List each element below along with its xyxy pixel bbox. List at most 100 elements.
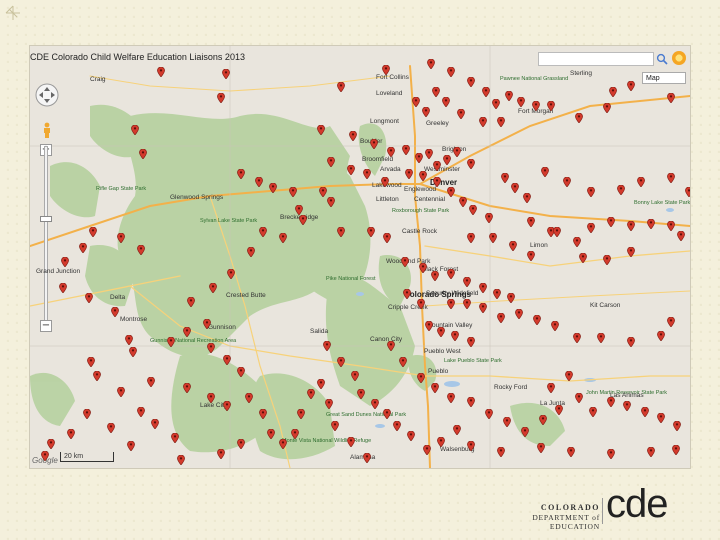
location-pin-icon[interactable] [647,219,655,229]
zoom-slider[interactable] [44,146,48,322]
location-pin-icon[interactable] [479,283,487,293]
location-pin-icon[interactable] [575,393,583,403]
location-pin-icon[interactable] [527,251,535,261]
location-pin-icon[interactable] [371,399,379,409]
location-pin-icon[interactable] [431,383,439,393]
location-pin-icon[interactable] [587,223,595,233]
map-window[interactable]: CDE Colorado Child Welfare Education Lia… [30,46,690,468]
location-pin-icon[interactable] [573,333,581,343]
location-pin-icon[interactable] [493,289,501,299]
location-pin-icon[interactable] [363,453,371,463]
location-pin-icon[interactable] [387,341,395,351]
location-pin-icon[interactable] [489,233,497,243]
location-pin-icon[interactable] [129,347,137,357]
pegman-icon[interactable] [42,122,52,138]
location-pin-icon[interactable] [367,227,375,237]
location-pin-icon[interactable] [383,409,391,419]
location-pin-icon[interactable] [597,333,605,343]
location-pin-icon[interactable] [431,271,439,281]
location-pin-icon[interactable] [509,241,517,251]
location-pin-icon[interactable] [279,233,287,243]
location-pin-icon[interactable] [427,59,435,69]
location-pin-icon[interactable] [447,393,455,403]
location-pin-icon[interactable] [497,313,505,323]
location-pin-icon[interactable] [507,293,515,303]
location-pin-icon[interactable] [89,227,97,237]
location-pin-icon[interactable] [451,331,459,341]
location-pin-icon[interactable] [419,171,427,181]
location-pin-icon[interactable] [393,421,401,431]
location-pin-icon[interactable] [319,187,327,197]
pan-control[interactable] [34,82,60,108]
location-pin-icon[interactable] [523,193,531,203]
location-pin-icon[interactable] [657,331,665,341]
location-pin-icon[interactable] [463,299,471,309]
location-pin-icon[interactable] [337,82,345,92]
location-pin-icon[interactable] [517,97,525,107]
location-pin-icon[interactable] [453,147,461,157]
location-pin-icon[interactable] [117,387,125,397]
location-pin-icon[interactable] [337,357,345,367]
location-pin-icon[interactable] [419,263,427,273]
location-pin-icon[interactable] [187,297,195,307]
location-pin-icon[interactable] [209,283,217,293]
location-pin-icon[interactable] [177,455,185,465]
location-pin-icon[interactable] [347,437,355,447]
location-pin-icon[interactable] [307,389,315,399]
location-pin-icon[interactable] [453,425,461,435]
zoom-slider-thumb[interactable] [40,216,52,222]
location-pin-icon[interactable] [255,177,263,187]
location-pin-icon[interactable] [381,177,389,187]
location-pin-icon[interactable] [387,147,395,157]
location-pin-icon[interactable] [547,383,555,393]
location-pin-icon[interactable] [497,117,505,127]
location-pin-icon[interactable] [357,389,365,399]
map-type-select[interactable]: Map [642,72,686,84]
location-pin-icon[interactable] [383,233,391,243]
location-pin-icon[interactable] [425,149,433,159]
location-pin-icon[interactable] [603,255,611,265]
location-pin-icon[interactable] [171,433,179,443]
location-pin-icon[interactable] [437,327,445,337]
location-pin-icon[interactable] [482,87,490,97]
location-pin-icon[interactable] [541,167,549,177]
location-pin-icon[interactable] [79,243,87,253]
location-pin-icon[interactable] [467,159,475,169]
location-pin-icon[interactable] [627,247,635,257]
location-pin-icon[interactable] [323,341,331,351]
location-pin-icon[interactable] [207,393,215,403]
location-pin-icon[interactable] [299,215,307,225]
location-pin-icon[interactable] [203,319,211,329]
location-pin-icon[interactable] [151,419,159,429]
location-pin-icon[interactable] [317,379,325,389]
location-pin-icon[interactable] [47,439,55,449]
location-pin-icon[interactable] [447,67,455,77]
location-pin-icon[interactable] [463,277,471,287]
location-pin-icon[interactable] [443,155,451,165]
location-pin-icon[interactable] [67,429,75,439]
location-pin-icon[interactable] [423,445,431,455]
location-pin-icon[interactable] [259,409,267,419]
location-pin-icon[interactable] [402,145,410,155]
location-pin-icon[interactable] [291,429,299,439]
location-pin-icon[interactable] [247,247,255,257]
location-pin-icon[interactable] [521,427,529,437]
location-pin-icon[interactable] [417,373,425,383]
location-pin-icon[interactable] [479,303,487,313]
location-pin-icon[interactable] [511,183,519,193]
location-pin-icon[interactable] [637,177,645,187]
location-pin-icon[interactable] [207,343,215,353]
location-pin-icon[interactable] [325,399,333,409]
location-pin-icon[interactable] [295,205,303,215]
location-pin-icon[interactable] [83,409,91,419]
location-pin-icon[interactable] [553,227,561,237]
location-pin-icon[interactable] [399,357,407,367]
location-pin-icon[interactable] [87,357,95,367]
location-pin-icon[interactable] [607,449,615,459]
location-pin-icon[interactable] [547,101,555,111]
location-pin-icon[interactable] [527,217,535,227]
location-pin-icon[interactable] [673,421,681,431]
location-pin-icon[interactable] [167,337,175,347]
location-pin-icon[interactable] [223,355,231,365]
location-pin-icon[interactable] [237,367,245,377]
